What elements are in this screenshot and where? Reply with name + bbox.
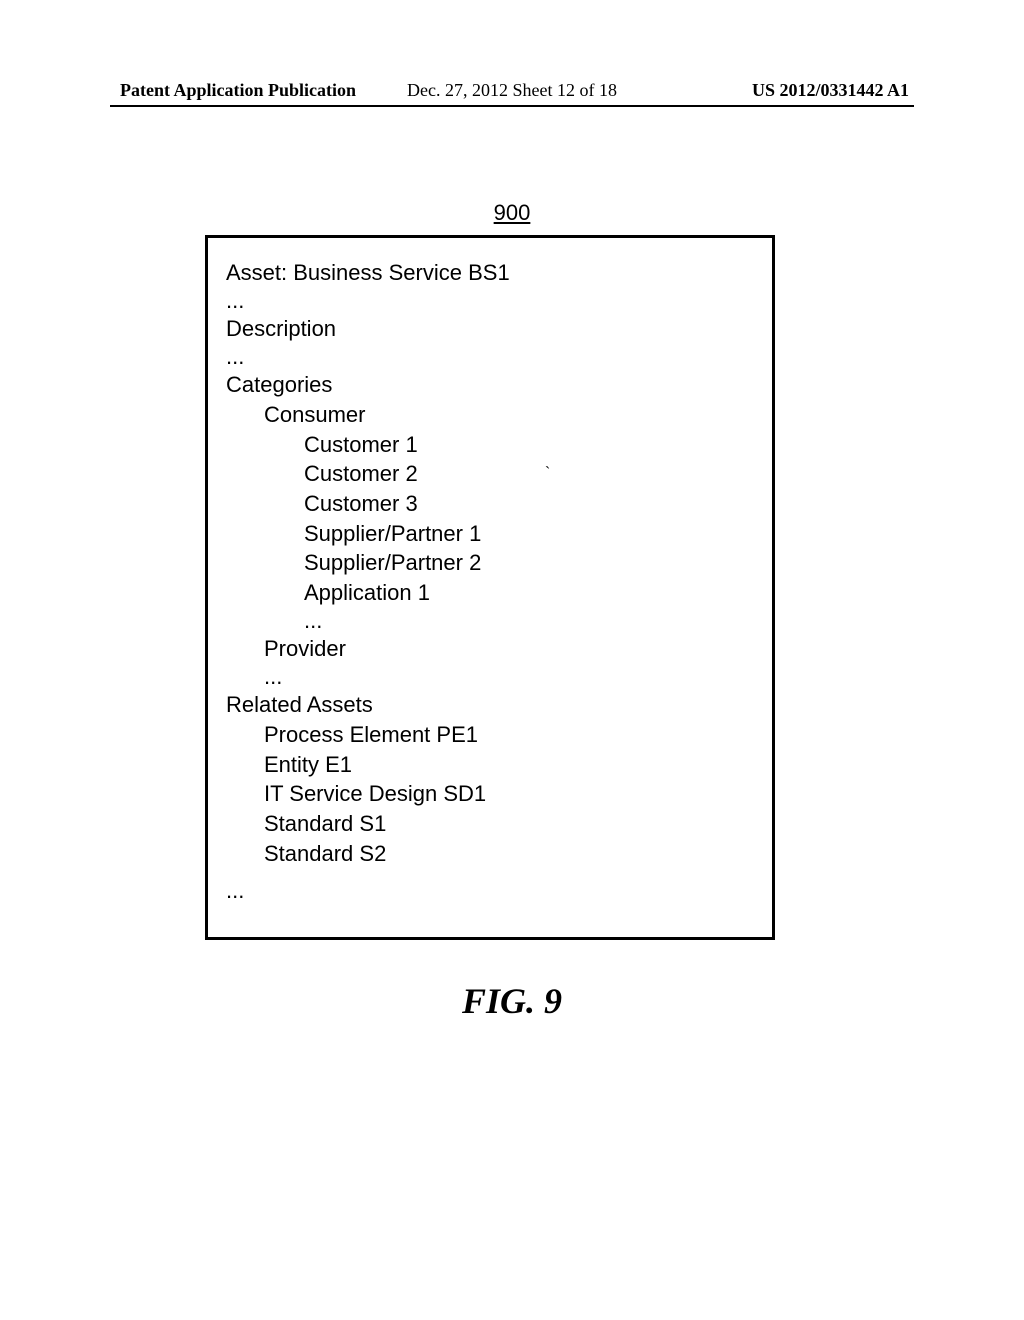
consumer-item: Customer 1 [226, 430, 754, 460]
related-asset-item: Process Element PE1 [226, 720, 754, 750]
asset-box: Asset: Business Service BS1 ... Descript… [205, 235, 775, 940]
consumer-item: Supplier/Partner 1 [226, 519, 754, 549]
ellipsis: ... [226, 664, 754, 690]
ellipsis: ... [226, 344, 754, 370]
ellipsis: ... [226, 878, 754, 904]
header-left: Patent Application Publication [120, 80, 356, 101]
page-header: Patent Application Publication Dec. 27, … [0, 80, 1024, 101]
consumer-item: Customer 3 [226, 489, 754, 519]
provider-label: Provider [226, 634, 754, 664]
related-asset-item: Standard S1 [226, 809, 754, 839]
consumer-item: Customer 2 [226, 459, 754, 489]
categories-label: Categories [226, 370, 754, 400]
consumer-item: Application 1 [226, 578, 754, 608]
header-divider [110, 105, 914, 107]
figure-number: 900 [494, 200, 531, 226]
ellipsis: ... [226, 608, 754, 634]
figure-caption: FIG. 9 [462, 980, 562, 1022]
related-asset-item: Entity E1 [226, 750, 754, 780]
description-label: Description [226, 314, 754, 344]
header-center: Dec. 27, 2012 Sheet 12 of 18 [407, 80, 617, 101]
header-right: US 2012/0331442 A1 [752, 80, 909, 101]
consumer-item: Supplier/Partner 2 [226, 548, 754, 578]
related-asset-item: Standard S2 [226, 839, 754, 869]
related-assets-label: Related Assets [226, 690, 754, 720]
related-asset-item: IT Service Design SD1 [226, 779, 754, 809]
asset-title: Asset: Business Service BS1 [226, 258, 754, 288]
ellipsis: ... [226, 288, 754, 314]
spacer [226, 868, 754, 878]
consumer-label: Consumer [226, 400, 754, 430]
stray-mark: ` [545, 465, 550, 483]
